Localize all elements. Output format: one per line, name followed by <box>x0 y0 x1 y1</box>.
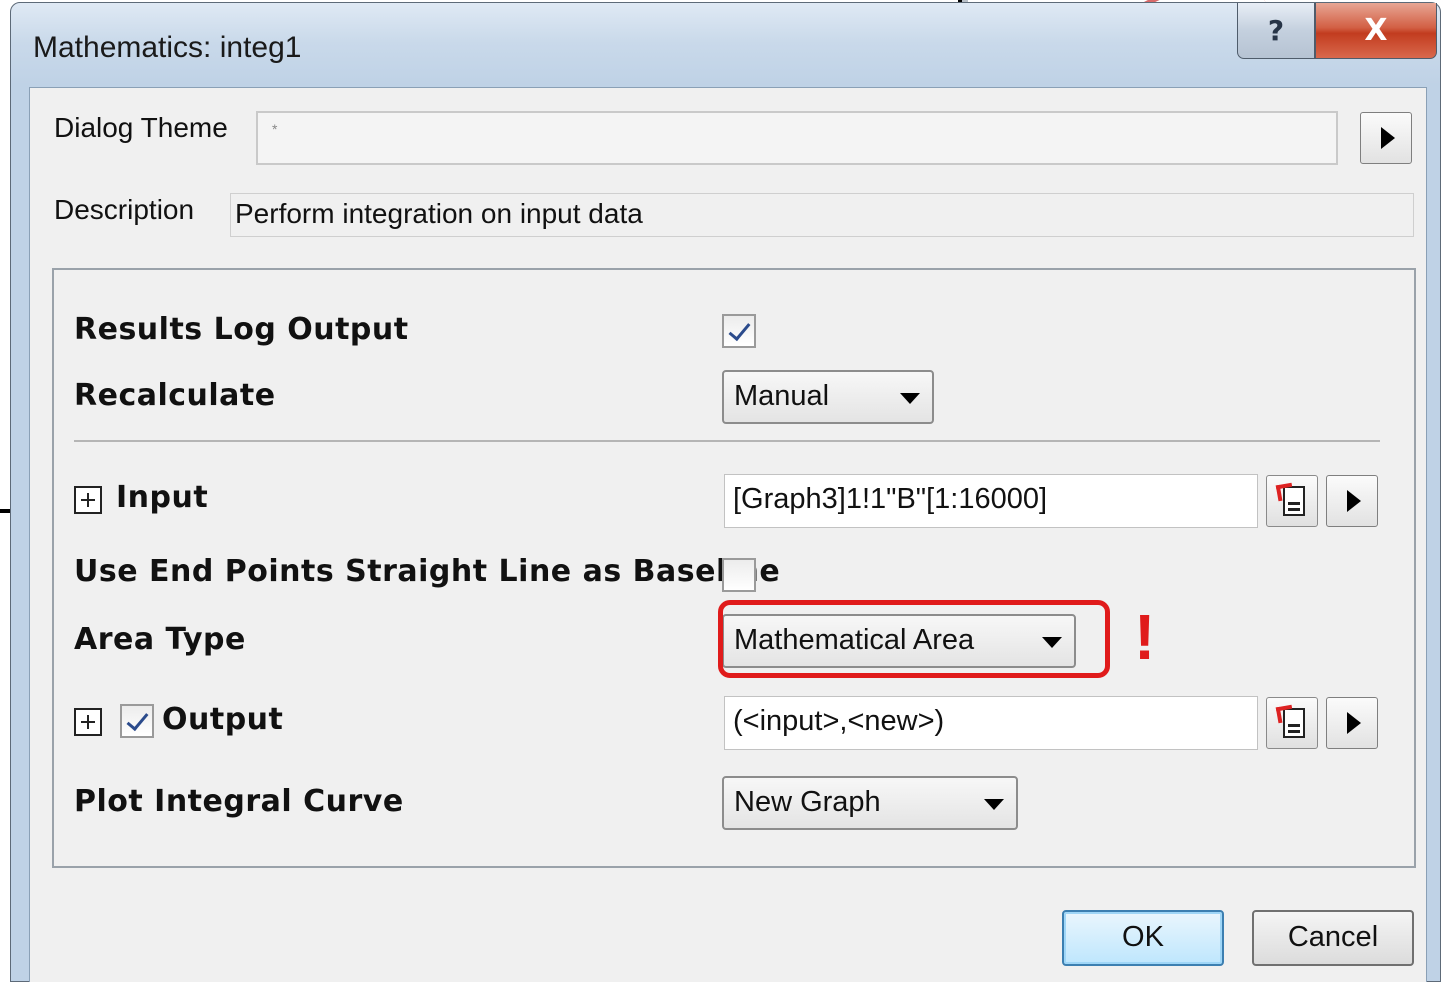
plot-integral-curve-value: New Graph <box>734 786 881 818</box>
output-checkbox[interactable] <box>120 704 154 738</box>
input-select-data-button[interactable] <box>1266 475 1318 527</box>
cancel-button[interactable]: Cancel <box>1252 910 1414 966</box>
chevron-down-icon <box>900 393 920 404</box>
dialog-theme-field[interactable]: * <box>256 111 1338 165</box>
input-expand-icon[interactable] <box>74 486 102 514</box>
use-end-points-label: Use End Points Straight Line as Baseline <box>74 554 781 589</box>
description-label: Description <box>54 194 195 225</box>
recalculate-value: Manual <box>734 380 830 412</box>
dialog-theme-value: * <box>272 121 278 137</box>
area-type-label: Area Type <box>74 622 246 657</box>
input-menu-button[interactable] <box>1326 475 1378 527</box>
window-title: Mathematics: integ1 <box>33 31 302 64</box>
output-expand-icon[interactable] <box>74 708 102 736</box>
input-label: Input <box>116 480 209 515</box>
use-end-points-checkbox[interactable] <box>722 558 756 592</box>
divider <box>74 440 1380 442</box>
help-icon: ? <box>1267 14 1285 47</box>
annotation-highlight-box <box>718 600 1110 678</box>
select-arrow-icon <box>1275 704 1295 724</box>
recalculate-dropdown[interactable]: Manual <box>722 370 934 424</box>
plot-integral-curve-label: Plot Integral Curve <box>74 784 404 819</box>
settings-panel: Results Log Output Recalculate Manual In… <box>52 268 1416 868</box>
description-field: Perform integration on input data <box>230 193 1414 237</box>
results-log-output-label: Results Log Output <box>74 312 409 347</box>
output-select-data-button[interactable] <box>1266 697 1318 749</box>
output-menu-button[interactable] <box>1326 697 1378 749</box>
output-label: Output <box>162 702 284 737</box>
dialog-window: Mathematics: integ1 ? X Dialog Theme * D… <box>10 2 1441 982</box>
recalculate-label: Recalculate <box>74 378 276 413</box>
dialog-theme-label: Dialog Theme <box>54 112 228 143</box>
plot-integral-curve-dropdown[interactable]: New Graph <box>722 776 1018 830</box>
input-field[interactable]: [Graph3]1!1"B"[1:16000] <box>724 474 1258 528</box>
dialog-theme-menu-button[interactable] <box>1360 112 1412 164</box>
ok-button[interactable]: OK <box>1062 910 1224 966</box>
chevron-down-icon <box>984 799 1004 810</box>
close-icon: X <box>1364 13 1388 48</box>
close-button[interactable]: X <box>1315 3 1437 59</box>
select-arrow-icon <box>1275 482 1295 502</box>
output-field[interactable]: (<input>,<new>) <box>724 696 1258 750</box>
help-button[interactable]: ? <box>1237 3 1315 59</box>
results-log-output-checkbox[interactable] <box>722 314 756 348</box>
dialog-client-area: Dialog Theme * Description Perform integ… <box>29 87 1427 982</box>
annotation-exclamation: ! <box>1134 601 1156 673</box>
